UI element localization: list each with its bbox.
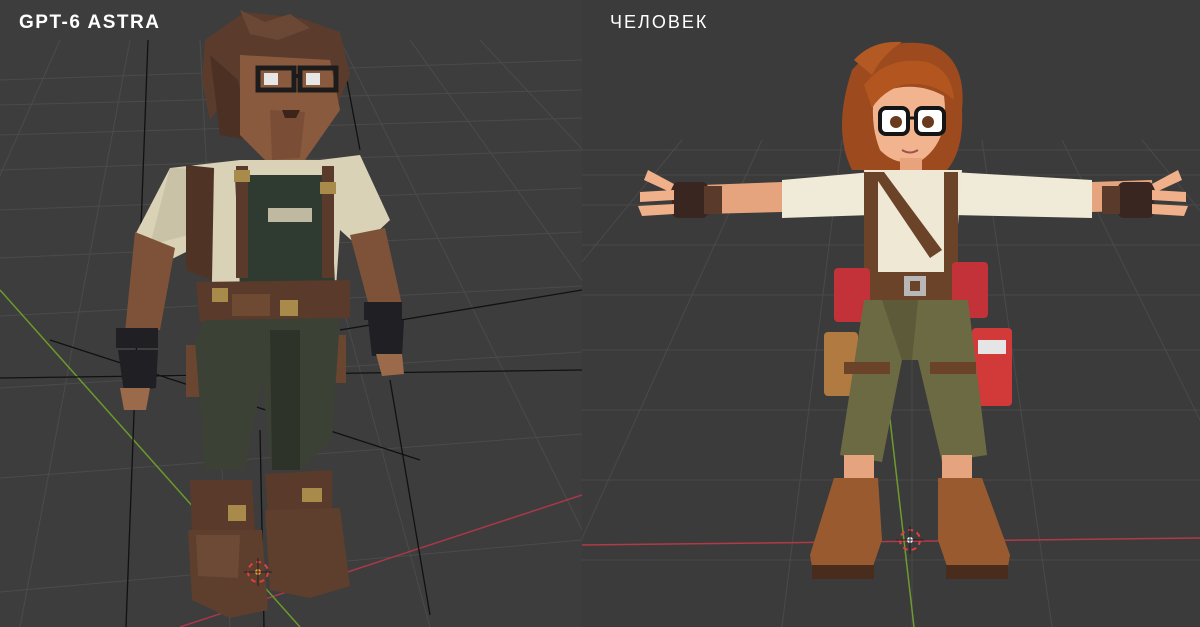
right-3d-cursor[interactable]: [896, 526, 924, 554]
left-viewport-scene: [0, 10, 582, 627]
right-character[interactable]: [638, 41, 1188, 579]
left-panel-title: GPT-6 ASTRA: [19, 12, 161, 33]
comparison-image: GPT-6 ASTRA ЧЕЛОВЕК: [0, 0, 1200, 627]
right-viewport-scene: [582, 41, 1200, 627]
right-axis-x: [582, 537, 1200, 546]
left-viewport[interactable]: GPT-6 ASTRA: [0, 0, 582, 627]
right-viewport[interactable]: [582, 0, 1200, 627]
right-panel-title: ЧЕЛОВЕК: [610, 12, 709, 32]
